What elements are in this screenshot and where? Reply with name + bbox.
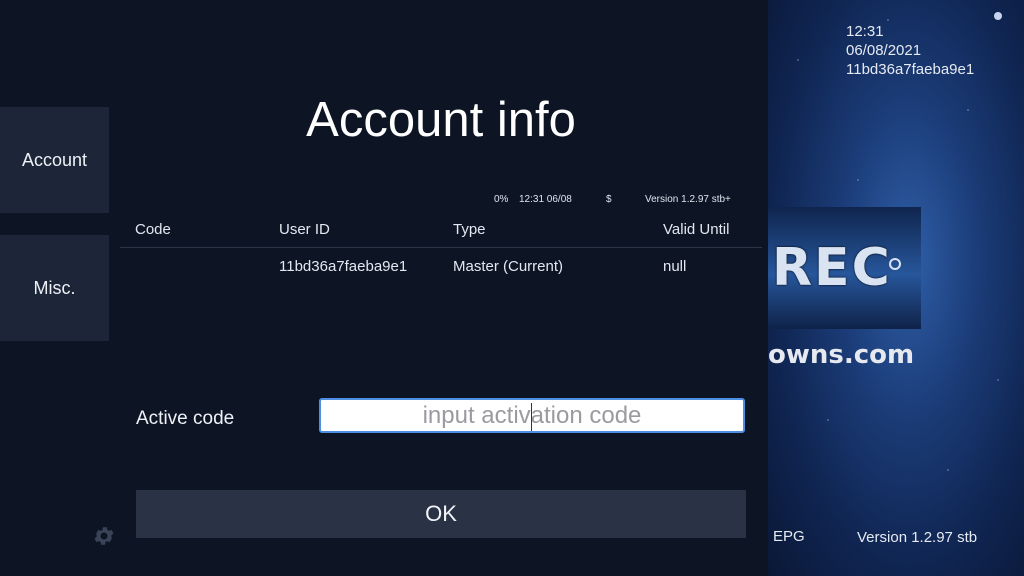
- cell-valid-until: null: [663, 258, 687, 275]
- sidebar-item-label: Misc.: [33, 277, 76, 298]
- sidebar-item-account[interactable]: Account: [0, 107, 109, 213]
- sidebar-item-label: Account: [21, 149, 88, 170]
- status-dot-icon: [994, 12, 1002, 20]
- status-currency: $: [606, 194, 612, 205]
- cell-type: Master (Current): [453, 258, 564, 275]
- column-header-valid-until: Valid Until: [663, 221, 730, 238]
- account-info-dialog: Account Misc. Account info 0% 12:31 06/0…: [0, 0, 768, 576]
- text-caret: [531, 403, 532, 431]
- clock-time: 12:31: [846, 23, 884, 40]
- status-datetime: 12:31 06/08: [519, 194, 572, 205]
- epg-label[interactable]: EPG: [773, 528, 805, 545]
- column-header-code: Code: [135, 221, 171, 238]
- registered-mark-icon: [889, 258, 901, 270]
- cell-user-id: 11bd36a7faeba9e1: [279, 258, 408, 275]
- device-id: 11bd36a7faeba9e1: [846, 61, 975, 78]
- active-code-label: Active code: [136, 408, 235, 429]
- status-version: Version 1.2.97 stb+: [645, 194, 731, 205]
- column-header-user-id: User ID: [279, 221, 330, 238]
- page-title: Account info: [306, 93, 576, 147]
- sidebar-item-misc[interactable]: Misc.: [0, 235, 109, 341]
- app-version: Version 1.2.97 stb: [857, 529, 978, 546]
- ok-button[interactable]: OK: [136, 490, 746, 538]
- activation-code-input[interactable]: [319, 398, 745, 433]
- table-divider: [120, 247, 762, 248]
- gear-icon[interactable]: [92, 524, 116, 548]
- column-header-type: Type: [453, 221, 486, 238]
- clock-date: 06/08/2021: [846, 42, 922, 59]
- system-status: 12:31 06/08/2021 11bd36a7faeba9e1: [846, 22, 974, 79]
- status-percent: 0%: [494, 194, 509, 205]
- app-logo-text: REC: [772, 238, 892, 298]
